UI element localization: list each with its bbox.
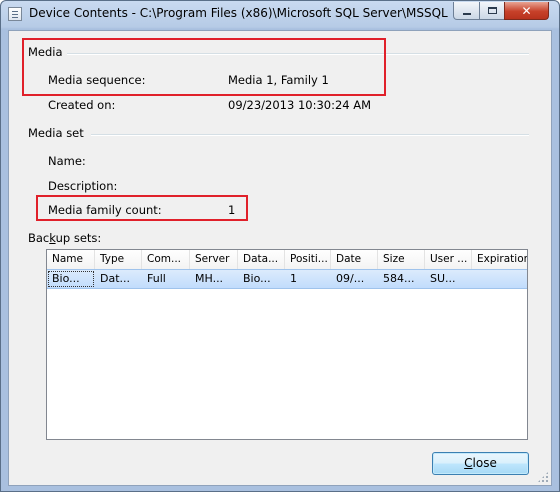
maximize-button[interactable] [479,2,505,20]
close-window-button[interactable]: ✕ [504,2,549,20]
highlight-box-family-count [36,195,248,221]
column-header-server[interactable]: Server [190,250,238,269]
column-header-component[interactable]: Com... [142,250,190,269]
cell-type: Dat... [100,272,131,285]
cell-component: Full [147,272,166,285]
dialog-body: Media Media sequence: Media 1, Family 1 … [8,30,552,486]
table-row[interactable]: Bio... Dat... Full MH... Bio... 1 09/...… [47,269,527,289]
backup-sets-label-prefix: Bac [28,231,50,245]
cell-expiration [472,270,527,288]
media-set-group-divider [91,134,529,136]
minimize-button[interactable] [453,2,480,20]
cell-position: 1 [290,272,297,285]
created-on-label: Created on: [48,98,116,112]
column-header-date[interactable]: Date [331,250,378,269]
backup-sets-list[interactable]: Name Type Com... Server Data... Positi..… [46,249,528,440]
close-button-label: lose [472,456,497,470]
window-title: Device Contents - C:\Program Files (x86)… [29,6,449,20]
cell-name: Bio... [47,270,95,288]
created-on-value: 09/23/2013 10:30:24 AM [228,98,372,112]
column-header-user[interactable]: User ... [425,250,472,269]
cell-date: 09/... [336,272,365,285]
column-header-name[interactable]: Name [47,250,95,269]
media-set-group-title: Media set [28,126,84,140]
close-button-mnemonic: C [464,456,473,470]
highlight-box-media [22,38,386,96]
maximize-icon [487,7,497,14]
column-header-expiration[interactable]: Expiration [472,250,527,269]
resize-grip[interactable] [537,471,549,483]
column-header-type[interactable]: Type [95,250,142,269]
column-header-size[interactable]: Size [378,250,425,269]
column-header-database[interactable]: Data... [238,250,285,269]
cell-size: 584... [383,272,415,285]
window-icon [8,7,22,21]
close-button[interactable]: Close [432,452,529,475]
column-header-position[interactable]: Positi... [285,250,331,269]
cell-server: MH... [195,272,224,285]
backup-sets-label: Backup sets: [28,231,101,245]
minimize-icon [462,12,471,15]
close-icon: ✕ [521,3,532,18]
media-set-description-label: Description: [48,179,118,193]
backup-sets-header: Name Type Com... Server Data... Positi..… [47,250,527,270]
backup-sets-label-suffix: up sets: [55,231,102,245]
title-bar[interactable]: Device Contents - C:\Program Files (x86)… [1,1,559,29]
cell-user: SU... [430,272,456,285]
media-set-name-label: Name: [48,154,86,168]
cell-database: Bio... [243,272,271,285]
